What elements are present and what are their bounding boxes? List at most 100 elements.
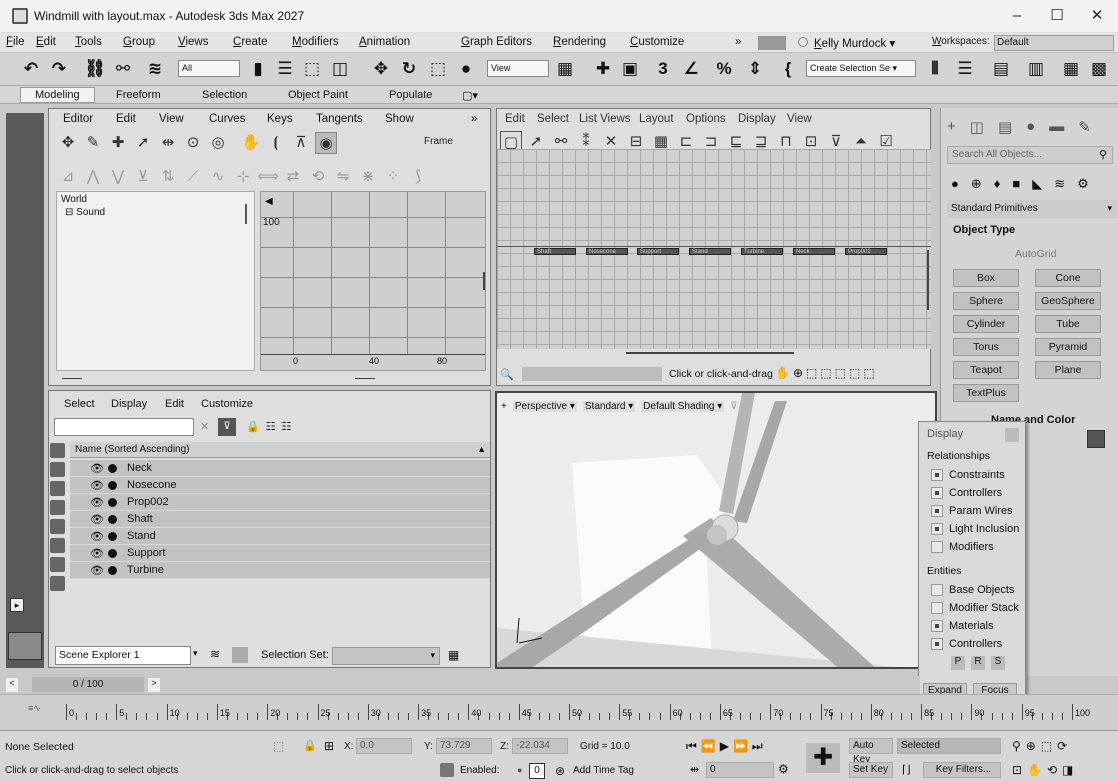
textplus-button[interactable]: TextPlus — [953, 384, 1019, 402]
se-lights-icon[interactable] — [50, 481, 65, 496]
display-popup-close[interactable] — [1005, 428, 1019, 442]
spinner-snap-icon[interactable]: ⇕ — [744, 58, 766, 80]
relative-repeat-icon[interactable]: ⋇ — [357, 166, 379, 188]
mirror-icon[interactable]: ⫴ — [924, 58, 946, 80]
torus-button[interactable]: Torus — [953, 338, 1019, 356]
tree-hscroll[interactable] — [62, 378, 82, 379]
node-stand[interactable]: Stand — [689, 248, 731, 255]
tangent-linear-icon[interactable]: ⟋ — [182, 166, 204, 188]
eye-icon[interactable]: 👁 — [90, 513, 104, 526]
cone-button[interactable]: Cone — [1035, 269, 1101, 287]
autogrid-checkbox[interactable]: AutoGrid — [1015, 248, 1056, 260]
freeze-dot[interactable] — [108, 549, 117, 558]
rect-selection-icon[interactable]: ⬚ — [301, 58, 323, 80]
menu-customize[interactable]: Customize — [630, 36, 684, 48]
perspective-viewport[interactable]: + Perspective ▾ Standard ▾ Default Shadi… — [495, 391, 937, 669]
se-cameras-icon[interactable] — [50, 500, 65, 515]
viewport-layout-tab-bar[interactable] — [6, 113, 44, 668]
ds-menu-select[interactable]: Select — [537, 113, 569, 125]
sphere-button[interactable]: Sphere — [953, 292, 1019, 310]
freeze-dot[interactable] — [108, 481, 117, 490]
viewport-nav-icons-bottom[interactable]: ⊡✋⟲◨ — [1012, 763, 1078, 777]
selection-lock-icon[interactable]: 🔒 — [303, 739, 317, 752]
ent-base-objects[interactable]: Base Objects — [931, 584, 1014, 596]
geosphere-button[interactable]: GeoSphere — [1035, 292, 1101, 310]
checkbox[interactable] — [931, 541, 943, 553]
se-options-icon[interactable]: ▦ — [448, 648, 459, 662]
place-icon[interactable]: ● — [455, 58, 477, 80]
pyramid-button[interactable]: Pyramid — [1035, 338, 1101, 356]
x-coord-field[interactable]: 0.0 — [356, 738, 412, 754]
cameras-icon[interactable]: ■ — [1012, 176, 1020, 192]
se-helpers-icon[interactable] — [50, 519, 65, 534]
tree-world[interactable]: World — [61, 194, 87, 205]
viewport-standard-label[interactable]: Standard ▾ — [582, 401, 636, 412]
freeze-dot[interactable] — [108, 566, 117, 575]
viewport-nav-icons-top[interactable]: ⚲⊕⬚⟳ — [1012, 739, 1072, 753]
unlink-icon[interactable]: ⚯ — [112, 58, 134, 80]
viewport-shading-label[interactable]: Default Shading ▾ — [641, 401, 725, 412]
ribbon-tab-object-paint[interactable]: Object Paint — [288, 89, 348, 101]
scale-toggle[interactable]: S — [991, 656, 1005, 670]
toggle-ribbon-icon[interactable]: ▥ — [1025, 58, 1047, 80]
ce-menu-keys[interactable]: Keys — [267, 113, 293, 125]
select-manipulate-icon[interactable]: ✚ — [592, 58, 614, 80]
freeze-dot[interactable] — [108, 515, 117, 524]
rel-light-inclusion[interactable]: Light Inclusion — [931, 523, 1019, 535]
region-tool-icon[interactable]: ➚ — [132, 132, 154, 154]
ribbon-tab-modeling[interactable]: Modeling — [20, 87, 95, 103]
se-row-nosecone[interactable]: 👁 Nosecone — [70, 477, 490, 494]
ribbon-tab-populate[interactable]: Populate — [389, 89, 432, 101]
se-row-stand[interactable]: 👁 Stand — [70, 528, 490, 545]
node-support[interactable]: Support — [637, 248, 679, 255]
graph-scrollbar[interactable] — [483, 272, 485, 290]
key-set-select[interactable]: Selected — [897, 738, 1001, 754]
helpers-icon[interactable]: ◣ — [1032, 176, 1042, 192]
checkbox[interactable] — [931, 523, 943, 535]
scale-icon[interactable]: ⬚ — [427, 58, 449, 80]
shapes-icon[interactable]: ⊕ — [971, 176, 982, 192]
layer-explorer-icon[interactable]: ▤ — [990, 58, 1012, 80]
se-row-neck[interactable]: 👁 Neck — [70, 460, 490, 477]
current-frame-field[interactable]: 0 — [706, 762, 774, 778]
undo-icon[interactable]: ↶ — [20, 58, 42, 80]
rotation-toggle[interactable]: R — [971, 656, 985, 670]
spacewarps-icon[interactable]: ≋ — [1054, 176, 1065, 192]
create-selection-set-select[interactable]: Create Selection Se ▾ — [806, 60, 916, 77]
enabled-dot-icon[interactable]: ● — [517, 765, 522, 775]
node-turbine[interactable]: Turbine — [741, 248, 783, 255]
menu-create[interactable]: Create — [233, 36, 268, 48]
ds-menu-options[interactable]: Options — [686, 113, 726, 125]
menu-edit[interactable]: Edit — [36, 36, 56, 48]
graph-hscroll[interactable] — [355, 378, 375, 379]
se-row-prop002[interactable]: 👁 Prop002 — [70, 494, 490, 511]
keyboard-shortcut-icon[interactable]: ▣ — [619, 58, 641, 80]
percent-snap-icon[interactable]: % — [713, 58, 735, 80]
ds-menu-layout[interactable]: Layout — [639, 113, 674, 125]
ds-menu-list-views[interactable]: List Views — [579, 113, 631, 125]
curve-editor-mini-icon[interactable]: ≡∿ — [28, 703, 41, 714]
category-select[interactable]: Standard Primitives — [947, 200, 1118, 218]
out-of-range-icon[interactable]: ⟆ — [407, 166, 429, 188]
maximize-button[interactable]: ☐ — [1042, 5, 1072, 27]
se-column-name[interactable]: Name (Sorted Ascending) — [75, 444, 190, 455]
time-slider-thumb[interactable]: 0 / 100 — [32, 677, 144, 692]
se-lock-icons[interactable]: 🔒☷☷ — [246, 420, 297, 433]
menu-tools[interactable]: Tools — [75, 36, 102, 48]
viewport-pov-label[interactable]: Perspective ▾ — [512, 401, 577, 412]
rel-modifiers[interactable]: Modifiers — [931, 541, 994, 553]
display-tab-icon[interactable]: ▬ — [1049, 118, 1064, 136]
node-neck[interactable]: Neck — [793, 248, 835, 255]
tangent-slow-icon[interactable]: ⊻ — [132, 166, 154, 188]
set-key-button[interactable]: Set Key — [849, 762, 893, 778]
viewport-filter-icon[interactable]: ⊽ — [730, 401, 737, 412]
checkbox[interactable] — [931, 602, 943, 614]
viewport-menu-plus[interactable]: + — [501, 401, 507, 412]
ribbon-options[interactable]: ▢▾ — [462, 89, 478, 102]
node-prop002[interactable]: Prop002 — [845, 248, 887, 255]
se-geometry-icon[interactable] — [50, 443, 65, 458]
ent-controllers[interactable]: Controllers — [931, 638, 1002, 650]
menu-rendering[interactable]: Rendering — [553, 36, 606, 48]
zoom-icon[interactable]: ◎ — [207, 132, 229, 154]
ds-menu-display[interactable]: Display — [738, 113, 776, 125]
